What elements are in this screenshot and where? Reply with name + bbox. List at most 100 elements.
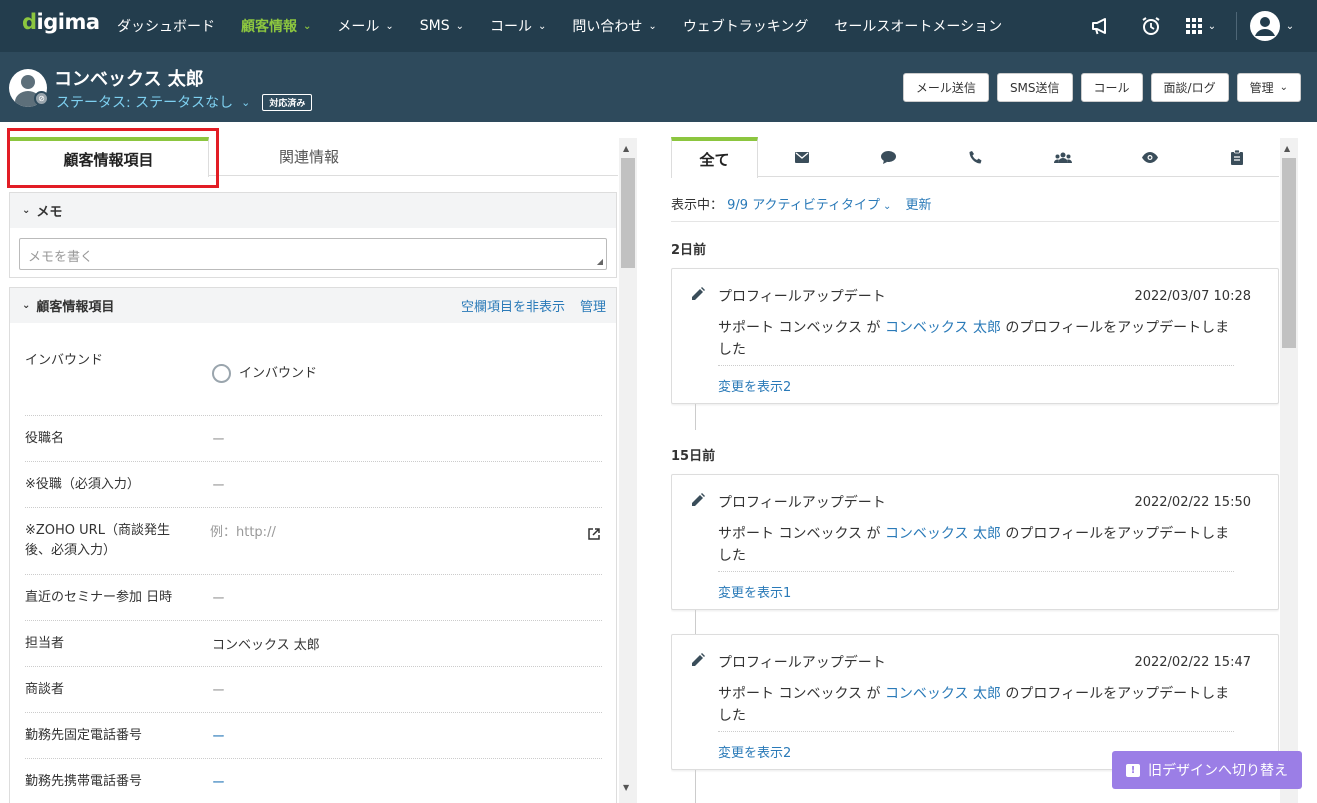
scroll-up-icon[interactable]: ▲ bbox=[1284, 144, 1290, 153]
left-panel: 顧客情報項目 関連情報 ⌄ メモ メモを書く ◢ ⌄ 顧客情報項目 空欄項目を非表示… bbox=[8, 137, 618, 803]
memo-header[interactable]: ⌄ メモ bbox=[10, 193, 616, 228]
chevron-down-icon: ⌄ bbox=[385, 20, 394, 32]
refresh-link[interactable]: 更新 bbox=[906, 198, 932, 213]
memo-input[interactable]: メモを書く ◢ bbox=[19, 238, 607, 270]
manage-button[interactable]: 管理 ⌄ bbox=[1236, 73, 1301, 102]
activity-card: プロフィールアップデート 2022/03/07 10:28 サポート コンベック… bbox=[671, 268, 1279, 404]
chat-icon[interactable] bbox=[845, 137, 932, 177]
divider bbox=[671, 221, 1279, 222]
nav-call[interactable]: コール ⌄ bbox=[477, 0, 559, 52]
field-row-title: 役職名 ー bbox=[25, 416, 602, 462]
nav-customer-info[interactable]: 顧客情報 ⌄ bbox=[228, 0, 324, 52]
clipboard-icon[interactable] bbox=[1193, 137, 1279, 177]
chevron-down-icon: ⌄ bbox=[241, 95, 251, 109]
left-tabs: 顧客情報項目 関連情報 bbox=[8, 137, 618, 177]
scroll-down-icon[interactable]: ▼ bbox=[623, 783, 629, 792]
memo-section: ⌄ メモ メモを書く ◢ bbox=[9, 192, 617, 278]
nav-divider bbox=[1236, 12, 1237, 40]
group-icon[interactable] bbox=[1019, 137, 1106, 177]
tab-related-info[interactable]: 関連情報 bbox=[209, 137, 409, 176]
divider bbox=[718, 731, 1234, 732]
field-value[interactable]: ー bbox=[212, 772, 225, 791]
chevron-down-icon: ⌄ bbox=[648, 20, 657, 32]
show-changes-link[interactable]: 変更を表示2 bbox=[718, 376, 791, 395]
field-value[interactable]: ー bbox=[212, 429, 225, 448]
megaphone-icon[interactable] bbox=[1076, 17, 1126, 35]
nav-right-tools: ⌄ ⌄ bbox=[1076, 0, 1297, 52]
zoho-url-input[interactable]: 例：http:// bbox=[210, 521, 276, 540]
nav-inquiry[interactable]: 問い合わせ ⌄ bbox=[559, 0, 669, 52]
show-changes-link[interactable]: 変更を表示2 bbox=[718, 742, 791, 761]
divider bbox=[718, 365, 1234, 366]
status-badge: 対応済み bbox=[262, 93, 313, 111]
nav-mail[interactable]: メール ⌄ bbox=[324, 0, 406, 52]
field-value[interactable]: ー bbox=[212, 588, 225, 607]
alarm-icon[interactable] bbox=[1126, 16, 1176, 36]
field-row-owner: 担当者 コンベックス 太郎 bbox=[25, 621, 602, 667]
customer-link[interactable]: コンベックス 太郎 bbox=[885, 686, 1001, 702]
activity-title: プロフィールアップデート bbox=[718, 495, 886, 511]
customer-link[interactable]: コンベックス 太郎 bbox=[885, 526, 1001, 542]
radio-icon[interactable] bbox=[212, 364, 231, 383]
pencil-icon bbox=[692, 287, 705, 300]
activity-type-dropdown[interactable]: 9/9 アクティビティタイプ ⌄ bbox=[727, 198, 891, 213]
phone-icon[interactable] bbox=[932, 137, 1019, 177]
activity-time: 2022/02/22 15:50 bbox=[1134, 495, 1251, 510]
chevron-down-icon: ⌄ bbox=[1279, 82, 1288, 93]
scroll-thumb[interactable] bbox=[1282, 158, 1296, 348]
tab-customer-info-items[interactable]: 顧客情報項目 bbox=[8, 137, 209, 177]
show-changes-link[interactable]: 変更を表示1 bbox=[718, 582, 791, 601]
alert-icon: ! bbox=[1126, 763, 1140, 777]
nav-dashboard[interactable]: ダッシュボード bbox=[104, 0, 228, 52]
left-scrollbar[interactable]: ▲ ▼ bbox=[619, 138, 637, 803]
digima-logo[interactable]: digima bbox=[22, 10, 100, 34]
tab-all[interactable]: 全て bbox=[671, 137, 758, 178]
customer-info-header: ⌄ 顧客情報項目 空欄項目を非表示 管理 bbox=[10, 288, 616, 323]
mail-icon[interactable] bbox=[758, 137, 845, 177]
activity-body: サポート コンベックス が コンベックス 太郎 のプロフィールをアップデートしま… bbox=[718, 686, 1230, 724]
hide-empty-fields-link[interactable]: 空欄項目を非表示 bbox=[461, 296, 565, 315]
field-value[interactable]: ー bbox=[212, 726, 225, 745]
scroll-up-icon[interactable]: ▲ bbox=[623, 144, 629, 153]
activity-time: 2022/02/22 15:47 bbox=[1134, 655, 1251, 670]
chevron-down-icon: ⌄ bbox=[1207, 20, 1217, 32]
customer-link[interactable]: コンベックス 太郎 bbox=[885, 320, 1001, 336]
chevron-down-icon: ⌄ bbox=[22, 205, 31, 216]
activity-card: プロフィールアップデート 2022/02/22 15:47 サポート コンベック… bbox=[671, 634, 1279, 770]
timeline-line bbox=[695, 404, 696, 430]
resize-handle-icon[interactable]: ◢ bbox=[597, 257, 603, 266]
manage-fields-link[interactable]: 管理 bbox=[580, 296, 606, 315]
field-value[interactable]: ー bbox=[212, 475, 225, 494]
inbound-radio[interactable]: インバウンド bbox=[212, 362, 317, 383]
header-actions: メール送信 SMS送信 コール 面談/ログ 管理 ⌄ bbox=[902, 73, 1301, 102]
nav-sms[interactable]: SMS ⌄ bbox=[407, 0, 477, 52]
chevron-down-icon: ⌄ bbox=[883, 201, 892, 212]
top-navbar: digima ダッシュボード 顧客情報 ⌄ メール ⌄ SMS ⌄ コール ⌄ 問い合わ… bbox=[0, 0, 1317, 52]
main-nav: ダッシュボード 顧客情報 ⌄ メール ⌄ SMS ⌄ コール ⌄ 問い合わせ ⌄ ウェブト… bbox=[104, 0, 1015, 52]
chevron-down-icon[interactable]: ⌄ bbox=[22, 300, 30, 311]
status-dropdown[interactable]: ステータス: ステータスなし ⌄ 対応済み bbox=[56, 92, 313, 112]
right-scrollbar[interactable]: ▲ bbox=[1280, 138, 1298, 803]
activity-body: サポート コンベックス が コンベックス 太郎 のプロフィールをアップデートしま… bbox=[718, 320, 1230, 358]
call-button[interactable]: コール bbox=[1080, 73, 1143, 102]
apps-grid-icon[interactable]: ⌄ bbox=[1176, 18, 1226, 34]
send-mail-button[interactable]: メール送信 bbox=[902, 73, 989, 102]
field-value[interactable]: ー bbox=[212, 680, 225, 699]
activity-time: 2022/03/07 10:28 bbox=[1134, 289, 1251, 304]
field-row-position: ※役職（必須入力） ー bbox=[25, 462, 602, 508]
activity-card: プロフィールアップデート 2022/02/22 15:50 サポート コンベック… bbox=[671, 474, 1279, 610]
day-group-label: 15日前 bbox=[671, 449, 716, 464]
owner-value[interactable]: コンベックス 太郎 bbox=[212, 634, 320, 653]
user-avatar-icon[interactable]: ⌄ bbox=[1247, 11, 1297, 41]
pencil-icon bbox=[692, 653, 705, 666]
eye-icon[interactable] bbox=[1106, 137, 1193, 177]
send-sms-button[interactable]: SMS送信 bbox=[996, 73, 1073, 102]
nav-sales-automation[interactable]: セールスオートメーション bbox=[821, 0, 1015, 52]
switch-old-design-button[interactable]: ! 旧デザインへ切り替え bbox=[1112, 751, 1302, 789]
meeting-log-button[interactable]: 面談/ログ bbox=[1150, 73, 1229, 102]
external-link-icon[interactable] bbox=[588, 528, 600, 540]
nav-web-tracking[interactable]: ウェブトラッキング bbox=[670, 0, 822, 52]
field-row-seminar: 直近のセミナー参加 日時 ー bbox=[25, 575, 602, 621]
activity-filter: 表示中： 9/9 アクティビティタイプ ⌄ 更新 bbox=[671, 198, 932, 213]
scroll-thumb[interactable] bbox=[621, 158, 635, 268]
